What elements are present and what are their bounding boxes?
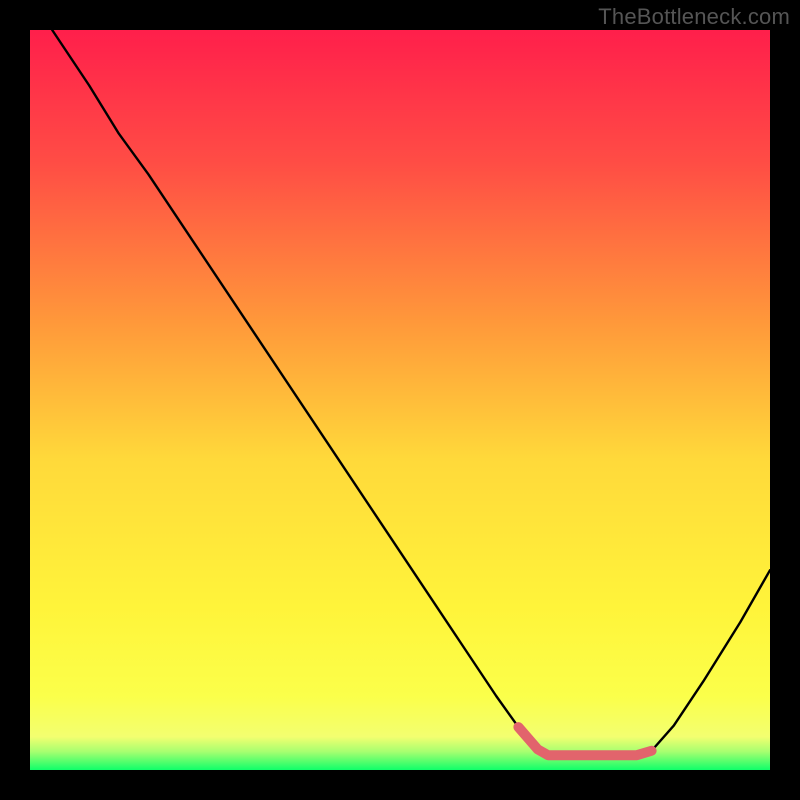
bottleneck-chart	[0, 0, 800, 800]
chart-container: TheBottleneck.com	[0, 0, 800, 800]
watermark-text: TheBottleneck.com	[598, 4, 790, 30]
plot-background	[30, 30, 770, 770]
